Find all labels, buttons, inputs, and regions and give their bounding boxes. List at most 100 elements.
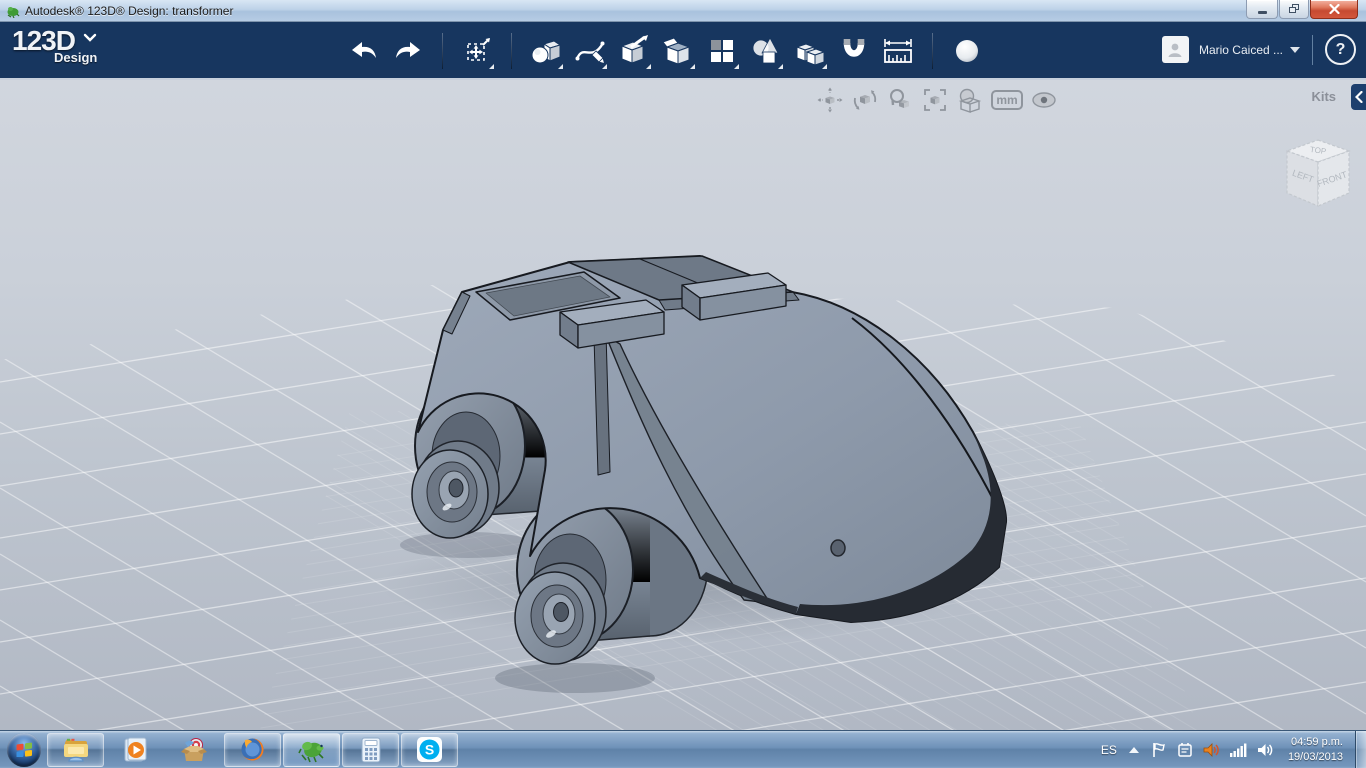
logo-subtext: Design (54, 50, 98, 65)
zoom-icon (890, 89, 909, 108)
clipboard-icon (1178, 742, 1192, 757)
network-button[interactable] (1229, 743, 1247, 757)
desktop: { "window": { "title": "Autodesk® 123D® … (0, 0, 1366, 768)
logo-chevron-icon (83, 29, 97, 47)
tray-time: 04:59 p.m. (1291, 735, 1343, 748)
start-orb-icon (16, 742, 32, 757)
minimize-icon (1257, 11, 1267, 14)
visibility-eye-icon (1032, 92, 1056, 108)
fit-view-button[interactable] (921, 86, 949, 114)
start-button[interactable] (7, 732, 41, 767)
transform-move-icon (467, 38, 490, 61)
speaker-button[interactable] (1257, 742, 1274, 758)
tool-strip (346, 33, 985, 69)
tray-clock[interactable]: 04:59 p.m. 19/03/2013 (1288, 735, 1343, 765)
material-button[interactable] (949, 33, 985, 69)
construct-icon (620, 35, 648, 64)
pattern-button[interactable] (704, 33, 740, 69)
pattern-icon (711, 40, 733, 62)
combine-button[interactable] (748, 33, 784, 69)
dropdown-caret-icon (646, 64, 651, 69)
shading-button[interactable] (956, 86, 984, 114)
viewport-nav-bar: mm (816, 86, 1065, 114)
units-button[interactable]: mm (991, 90, 1023, 110)
front-face-hole (830, 539, 846, 557)
app-toolbar: 123D Design Mario Caiced ... ? (0, 22, 1366, 80)
view-cube[interactable]: TOP LEFT FRONT (1282, 136, 1354, 212)
taskbar-app-123d-design[interactable] (283, 732, 340, 767)
volume-mixer-icon (1203, 742, 1219, 757)
title-bar[interactable]: Autodesk® 123D® Design: transformer (0, 0, 1366, 22)
volume-mixer-button[interactable] (1203, 742, 1220, 758)
close-button[interactable] (1310, 0, 1358, 19)
visibility-button[interactable] (1030, 86, 1058, 114)
app-window-icon (7, 6, 20, 18)
box-dart-app-icon (180, 737, 207, 761)
measure-button[interactable] (880, 33, 916, 69)
shading-icon (958, 88, 982, 113)
taskbar-app-firefox[interactable] (224, 732, 281, 767)
tray-date: 19/03/2013 (1287, 750, 1343, 763)
toolbar-separator (932, 33, 933, 69)
action-center-flag-icon (1153, 742, 1165, 757)
kits-panel-label[interactable]: Kits (1311, 89, 1336, 104)
measure-ruler-icon (884, 39, 912, 63)
taskbar-app-media-player[interactable] (106, 733, 163, 767)
modify-icon (662, 37, 691, 65)
dropdown-caret-icon (489, 64, 494, 69)
user-area: Mario Caiced ... ? (1161, 34, 1356, 65)
language-indicator[interactable]: ES (1101, 743, 1117, 757)
redo-button[interactable] (390, 33, 426, 69)
user-name[interactable]: Mario Caiced ... (1199, 43, 1283, 57)
show-desktop-button[interactable] (1355, 731, 1366, 768)
fit-view-icon (924, 89, 946, 111)
sketch-button[interactable] (572, 33, 608, 69)
dropdown-caret-icon (822, 64, 827, 69)
construct-button[interactable] (616, 33, 652, 69)
clipboard-tray-button[interactable] (1177, 742, 1193, 758)
help-button[interactable]: ? (1325, 34, 1356, 65)
restore-button[interactable] (1279, 0, 1309, 19)
user-avatar-icon[interactable] (1161, 36, 1189, 63)
taskbar-app-calculator[interactable] (342, 732, 399, 767)
taskbar-app-explorer[interactable] (47, 732, 104, 767)
minimize-button[interactable] (1246, 0, 1278, 19)
media-player-icon (124, 737, 146, 761)
primitives-button[interactable] (528, 33, 564, 69)
window-controls (1245, 0, 1358, 19)
skype-glyph: S (425, 742, 434, 758)
dropdown-caret-icon (690, 64, 695, 69)
zoom-button[interactable] (886, 86, 914, 114)
pan-button[interactable] (816, 86, 844, 114)
hidden-icons-button[interactable] (1128, 746, 1139, 753)
123d-app-icon (297, 741, 324, 762)
dropdown-caret-icon (558, 64, 563, 69)
firefox-icon (241, 738, 264, 761)
app-logo-menu[interactable]: 123D Design (12, 25, 97, 65)
toolbar-separator (442, 33, 443, 69)
pan-icon (817, 87, 843, 113)
user-dropdown-caret-icon[interactable] (1290, 46, 1300, 53)
toolbar-separator (511, 33, 512, 69)
redo-icon (396, 42, 420, 58)
system-tray: ES 04:59 p.m. 19/03/2013 (1101, 731, 1366, 768)
orbit-button[interactable] (851, 86, 879, 114)
snap-button[interactable] (836, 33, 872, 69)
dropdown-caret-icon (602, 64, 607, 69)
close-icon (1328, 4, 1340, 14)
network-signal-icon (1229, 743, 1247, 757)
action-center-button[interactable] (1151, 742, 1167, 758)
grouping-button[interactable] (792, 33, 828, 69)
modify-button[interactable] (660, 33, 696, 69)
viewport[interactable]: mm Kits TOP LEFT FRONT (0, 80, 1366, 730)
undo-button[interactable] (346, 33, 382, 69)
dropdown-caret-icon (734, 64, 739, 69)
windows-explorer-icon (63, 738, 88, 762)
viewport-canvas[interactable] (0, 80, 1366, 730)
transform-button[interactable] (459, 33, 495, 69)
taskbar-app-box-dart[interactable] (165, 733, 222, 767)
restore-icon (1288, 4, 1299, 13)
taskbar-app-skype[interactable]: S (401, 732, 458, 767)
snap-magnet-icon (843, 39, 865, 57)
kits-collapse-button[interactable] (1351, 84, 1366, 110)
